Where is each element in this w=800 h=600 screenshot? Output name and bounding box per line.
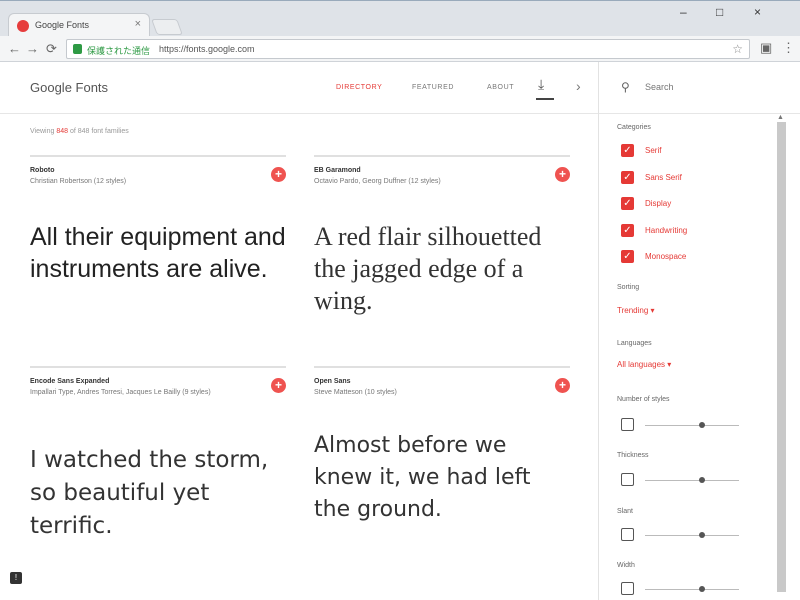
lock-icon [73,44,82,54]
font-name: EB Garamond [314,167,361,174]
category-label: Display [645,199,672,208]
feedback-icon[interactable]: ! [10,572,22,584]
nav-about[interactable]: ABOUT [487,84,514,91]
browser-tabbar: Google Fonts × – □ × [0,0,800,37]
styles-slider[interactable] [645,422,739,428]
font-card-eb-garamond[interactable]: EB Garamond Octavio Pardo, Georg Duffner… [314,155,570,355]
site-header: Google Fonts DIRECTORY FEATURED ABOUT ⤓ … [0,62,598,114]
font-card-encode-sans-expanded[interactable]: Encode Sans Expanded Impallari Type, And… [30,366,286,586]
bookmark-star-icon[interactable]: ☆ [732,42,743,56]
font-meta: Octavio Pardo, Georg Duffner (12 styles) [314,178,441,185]
languages-title: Languages [617,340,652,347]
reload-icon[interactable]: ⟳ [46,41,57,57]
search-bar[interactable]: ⚲ Search [599,62,800,114]
add-font-button[interactable]: + [555,167,570,182]
back-icon[interactable]: ← [8,41,21,56]
viewing-prefix: Viewing [30,128,57,135]
extension-icon[interactable]: ▣ [760,40,772,56]
add-font-button[interactable]: + [271,167,286,182]
font-card-open-sans[interactable]: Open Sans Steve Matteson (10 styles) + A… [314,366,570,566]
checkbox-checked-icon[interactable]: ✓ [621,144,634,157]
styles-filter-title: Number of styles [617,396,670,403]
add-font-button[interactable]: + [555,378,570,393]
font-name: Encode Sans Expanded [30,378,110,385]
download-underline [536,98,554,100]
font-sample[interactable]: A red flair silhouetted the jagged edge … [314,221,570,317]
category-label: Monospace [645,252,687,261]
thickness-slider[interactable] [645,477,739,483]
tab-title: Google Fonts [35,20,90,30]
viewing-suffix: of 848 font families [68,128,129,135]
chevron-right-icon[interactable]: › [576,78,581,94]
font-name: Open Sans [314,378,351,385]
search-icon: ⚲ [621,80,630,94]
browser-tab[interactable]: Google Fonts × [8,13,150,37]
checkbox-unchecked-icon[interactable] [621,418,634,431]
browser-toolbar: ← → ⟳ 保護された通信 https://fonts.google.com ☆… [0,36,800,62]
font-name: Roboto [30,167,55,174]
font-meta: Steve Matteson (10 styles) [314,389,397,396]
slant-slider[interactable] [645,532,739,538]
checkbox-checked-icon[interactable]: ✓ [621,250,634,263]
checkbox-checked-icon[interactable]: ✓ [621,224,634,237]
slider-handle[interactable] [699,586,705,592]
scroll-up-icon[interactable]: ▲ [777,114,784,121]
forward-icon[interactable]: → [26,41,39,56]
category-label: Sans Serif [645,173,682,182]
minimize-icon[interactable]: – [680,5,687,19]
checkbox-checked-icon[interactable]: ✓ [621,171,634,184]
nav-directory[interactable]: DIRECTORY [336,84,382,91]
window-close-icon[interactable]: × [754,5,761,19]
viewing-count: Viewing 848 of 848 font families [30,128,129,135]
brand-logo[interactable]: Google Fonts [30,80,108,95]
category-label: Serif [645,146,662,155]
font-sample[interactable]: Almost before we knew it, we had left th… [314,430,570,526]
font-meta: Impallari Type, Andres Torresi, Jacques … [30,389,211,396]
width-slider[interactable] [645,586,739,592]
add-font-button[interactable]: + [271,378,286,393]
thickness-filter-title: Thickness [617,452,649,459]
new-tab-button[interactable] [151,19,183,35]
font-meta: Christian Robertson (12 styles) [30,178,127,185]
maximize-icon[interactable]: □ [716,5,723,19]
font-card-roboto[interactable]: Roboto Christian Robertson (12 styles) +… [30,155,286,355]
checkbox-unchecked-icon[interactable] [621,473,634,486]
languages-dropdown[interactable]: All languages ▾ [617,360,671,369]
sidebar-scrollbar[interactable] [777,122,786,592]
sorting-dropdown[interactable]: Trending ▾ [617,306,655,315]
font-sample[interactable]: All their equipment and instruments are … [30,221,286,285]
slant-filter-title: Slant [617,508,633,515]
width-filter-title: Width [617,562,635,569]
categories-title: Categories [617,124,651,131]
viewing-number: 848 [56,128,69,135]
sorting-title: Sorting [617,284,640,291]
tab-close-icon[interactable]: × [135,18,141,30]
checkbox-unchecked-icon[interactable] [621,582,634,595]
filter-sidebar: ⚲ Search Categories ✓ Serif ✓ Sans Serif… [598,62,800,600]
font-sample[interactable]: I watched the storm, so beautiful yet te… [30,444,286,543]
nav-featured[interactable]: FEATURED [412,84,454,91]
slider-handle[interactable] [699,532,705,538]
slider-handle[interactable] [699,477,705,483]
browser-menu-icon[interactable]: ⋮ [782,40,795,56]
checkbox-checked-icon[interactable]: ✓ [621,197,634,210]
download-icon[interactable]: ⤓ [538,76,544,93]
category-label: Handwriting [645,226,688,235]
checkbox-unchecked-icon[interactable] [621,528,634,541]
search-input[interactable]: Search [645,82,674,92]
url-text[interactable]: https://fonts.google.com [159,44,255,54]
secure-label: 保護された通信 [87,46,151,56]
google-fonts-favicon-icon [17,20,29,32]
slider-handle[interactable] [699,422,705,428]
address-bar[interactable]: 保護された通信 https://fonts.google.com ☆ [66,39,750,59]
